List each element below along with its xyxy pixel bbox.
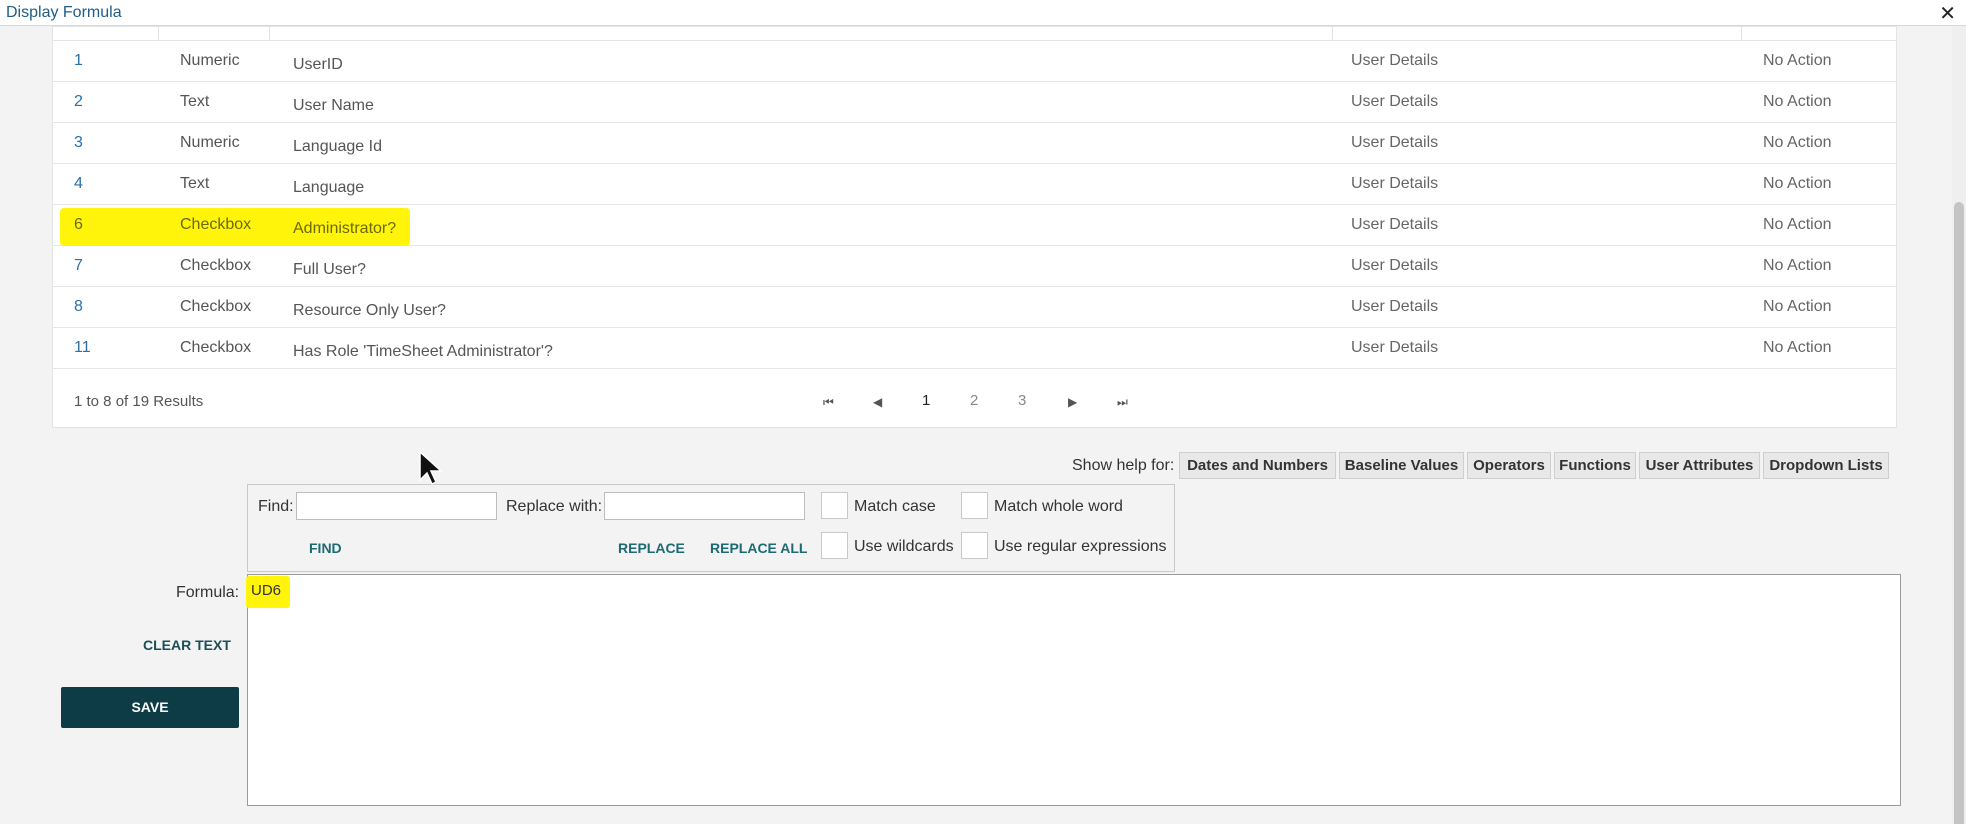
help-user-attributes-button[interactable]: User Attributes: [1639, 452, 1760, 479]
match-case-label: Match case: [854, 498, 936, 515]
table-row[interactable]: 11 Checkbox Has Role 'TimeSheet Administra…: [53, 328, 1896, 369]
row-type: Numeric: [180, 134, 240, 151]
row-type: Checkbox: [180, 257, 252, 274]
close-icon[interactable]: ✕: [1939, 1, 1956, 26]
row-id-link[interactable]: 2: [74, 93, 83, 111]
row-type: Checkbox: [180, 339, 252, 356]
replace-input[interactable]: [604, 492, 805, 520]
row-source: User Details: [1351, 257, 1439, 274]
vertical-scrollbar[interactable]: [1952, 26, 1966, 824]
row-source: User Details: [1351, 52, 1439, 69]
find-input[interactable]: [296, 492, 497, 520]
row-action: No Action: [1763, 175, 1832, 192]
row-type: Text: [180, 93, 210, 110]
replace-with-label: Replace with:: [506, 498, 603, 515]
table-row[interactable]: 7 Checkbox Full User? User Details No Action: [53, 246, 1896, 287]
row-source: User Details: [1351, 134, 1439, 151]
table-row[interactable]: 6 Checkbox Administrator? User Details No Ac…: [53, 205, 1896, 246]
save-button[interactable]: SAVE: [61, 687, 239, 728]
row-action: No Action: [1763, 134, 1832, 151]
column-divider: [1332, 27, 1333, 41]
row-name: Resource Only User?: [293, 302, 446, 319]
match-whole-word-label: Match whole word: [994, 498, 1123, 515]
next-page-icon[interactable]: ▶: [1068, 395, 1077, 409]
find-button[interactable]: FIND: [309, 540, 342, 556]
find-replace-panel: Find: Replace with: Match case Match who…: [247, 484, 1175, 572]
use-wildcards-checkbox[interactable]: [821, 532, 848, 559]
column-divider: [269, 27, 270, 41]
row-name: Has Role 'TimeSheet Administrator'?: [293, 343, 553, 360]
row-name: User Name: [293, 97, 374, 114]
page-2-link[interactable]: 2: [970, 392, 978, 409]
row-id-link[interactable]: 8: [74, 298, 83, 316]
help-operators-button[interactable]: Operators: [1467, 452, 1551, 479]
row-source: User Details: [1351, 93, 1439, 110]
row-name: Language Id: [293, 138, 382, 155]
window-titlebar: Display Formula ✕: [0, 0, 1966, 26]
row-name: Full User?: [293, 261, 366, 278]
help-dates-and-numbers-button[interactable]: Dates and Numbers: [1179, 452, 1336, 479]
formula-textarea[interactable]: [247, 574, 1901, 806]
first-page-icon[interactable]: ⏮: [823, 395, 834, 410]
use-regex-checkbox[interactable]: [961, 532, 988, 559]
row-id-link[interactable]: 11: [74, 339, 91, 357]
row-id-link[interactable]: 6: [74, 216, 83, 234]
row-type: Checkbox: [180, 298, 252, 315]
row-type: Text: [180, 175, 210, 192]
table-row[interactable]: 1 Numeric UserID User Details No Action: [53, 41, 1896, 82]
row-source: User Details: [1351, 339, 1439, 356]
find-label: Find:: [258, 498, 294, 515]
page-3-link[interactable]: 3: [1018, 392, 1026, 409]
table-header: [53, 27, 1896, 41]
help-dropdown-lists-button[interactable]: Dropdown Lists: [1763, 452, 1889, 479]
row-id-link[interactable]: 1: [74, 52, 83, 70]
row-source: User Details: [1351, 298, 1439, 315]
row-id-link[interactable]: 7: [74, 257, 83, 275]
replace-all-button[interactable]: REPLACE ALL: [710, 540, 807, 556]
row-action: No Action: [1763, 298, 1832, 315]
use-regex-label: Use regular expressions: [994, 538, 1167, 555]
row-source: User Details: [1351, 216, 1439, 233]
row-type: Numeric: [180, 52, 240, 69]
table-row[interactable]: 4 Text Language User Details No Action: [53, 164, 1896, 205]
column-divider: [1741, 27, 1742, 41]
row-action: No Action: [1763, 93, 1832, 110]
row-name: UserID: [293, 56, 343, 73]
clear-text-button[interactable]: CLEAR TEXT: [143, 637, 231, 653]
prev-page-icon[interactable]: ◀: [873, 395, 882, 409]
formula-label: Formula:: [176, 584, 240, 601]
attributes-table: 1 Numeric UserID User Details No Action 2 Text…: [52, 26, 1897, 428]
pagination-bar: 1 to 8 of 19 Results ⏮ ◀ 1 2 3 ▶ ⏭: [53, 373, 1896, 429]
row-type: Checkbox: [180, 216, 252, 233]
row-action: No Action: [1763, 339, 1832, 356]
page-1-link[interactable]: 1: [922, 392, 930, 409]
row-name: Language: [293, 179, 365, 196]
use-wildcards-label: Use wildcards: [854, 538, 954, 555]
row-source: User Details: [1351, 175, 1439, 192]
help-baseline-values-button[interactable]: Baseline Values: [1339, 452, 1464, 479]
scrollbar-thumb[interactable]: [1954, 202, 1964, 824]
row-id-link[interactable]: 3: [74, 134, 83, 152]
row-action: No Action: [1763, 52, 1832, 69]
column-divider: [158, 27, 159, 41]
window-title: Display Formula: [6, 4, 122, 21]
table-row[interactable]: 3 Numeric Language Id User Details No Action: [53, 123, 1896, 164]
match-whole-word-checkbox[interactable]: [961, 492, 988, 519]
mouse-pointer-icon: [419, 450, 443, 486]
help-functions-button[interactable]: Functions: [1554, 452, 1636, 479]
row-action: No Action: [1763, 216, 1832, 233]
table-row[interactable]: 8 Checkbox Resource Only User? User Details…: [53, 287, 1896, 328]
show-help-label: Show help for:: [1072, 457, 1175, 474]
row-name: Administrator?: [293, 220, 397, 237]
table-row[interactable]: 2 Text User Name User Details No Action: [53, 82, 1896, 123]
last-page-icon[interactable]: ⏭: [1117, 395, 1128, 410]
match-case-checkbox[interactable]: [821, 492, 848, 519]
results-count: 1 to 8 of 19 Results: [74, 393, 204, 410]
replace-button[interactable]: REPLACE: [618, 540, 685, 556]
row-action: No Action: [1763, 257, 1832, 274]
row-id-link[interactable]: 4: [74, 175, 83, 193]
formula-value: UD6: [246, 576, 290, 608]
